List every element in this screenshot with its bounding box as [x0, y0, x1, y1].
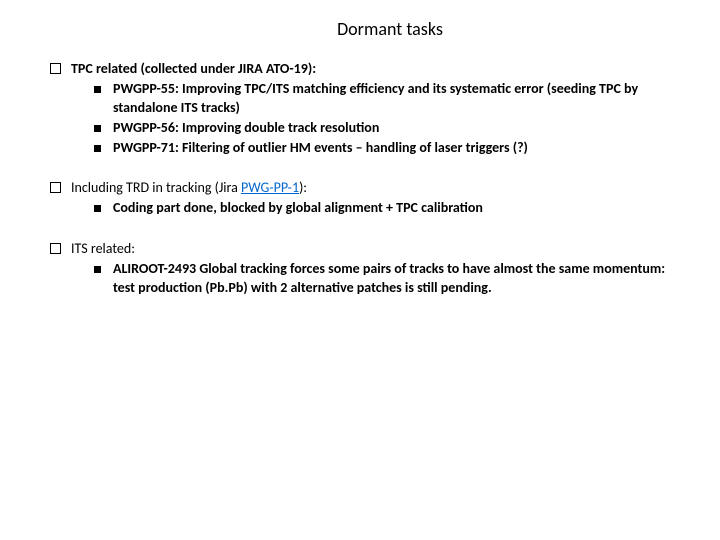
square-bullet-icon: [94, 86, 101, 93]
checkbox-bullet-icon: [50, 182, 61, 193]
list-item-text: PWGPP-55: Improving TPC/ITS matching eff…: [113, 80, 684, 118]
heading-text-post: ):: [299, 179, 307, 196]
list-item-text: PWGPP-56: Improving double track resolut…: [113, 119, 684, 138]
slide: Dormant tasks TPC related (collected und…: [0, 0, 720, 298]
section-heading: Including TRD in tracking (Jira PWG-PP-1…: [71, 179, 684, 198]
list-item: Coding part done, blocked by global alig…: [36, 199, 684, 218]
square-bullet-icon: [94, 125, 101, 132]
list-item: PWGPP-71: Filtering of outlier HM events…: [36, 139, 684, 158]
section-tpc: TPC related (collected under JIRA ATO-19…: [36, 60, 684, 157]
list-item: TPC related (collected under JIRA ATO-19…: [36, 60, 684, 79]
page-title: Dormant tasks: [96, 18, 684, 40]
list-item-text: Coding part done, blocked by global alig…: [113, 199, 684, 218]
section-heading: ITS related:: [71, 240, 684, 259]
list-item: ITS related:: [36, 240, 684, 259]
list-item-text: PWGPP-71: Filtering of outlier HM events…: [113, 139, 684, 158]
square-bullet-icon: [94, 145, 101, 152]
section-heading: TPC related (collected under JIRA ATO-19…: [71, 60, 684, 79]
list-item: PWGPP-55: Improving TPC/ITS matching eff…: [36, 80, 684, 118]
section-its: ITS related: ALIROOT-2493 Global trackin…: [36, 240, 684, 298]
list-item: PWGPP-56: Improving double track resolut…: [36, 119, 684, 138]
list-item: ALIROOT-2493 Global tracking forces some…: [36, 260, 684, 298]
jira-link[interactable]: PWG-PP-1: [241, 179, 299, 196]
checkbox-bullet-icon: [50, 63, 61, 74]
list-item-text: ALIROOT-2493 Global tracking forces some…: [113, 260, 684, 298]
square-bullet-icon: [94, 205, 101, 212]
checkbox-bullet-icon: [50, 243, 61, 254]
section-trd: Including TRD in tracking (Jira PWG-PP-1…: [36, 179, 684, 218]
square-bullet-icon: [94, 266, 101, 273]
list-item: Including TRD in tracking (Jira PWG-PP-1…: [36, 179, 684, 198]
heading-text-pre: Including TRD in tracking (Jira: [71, 179, 241, 196]
